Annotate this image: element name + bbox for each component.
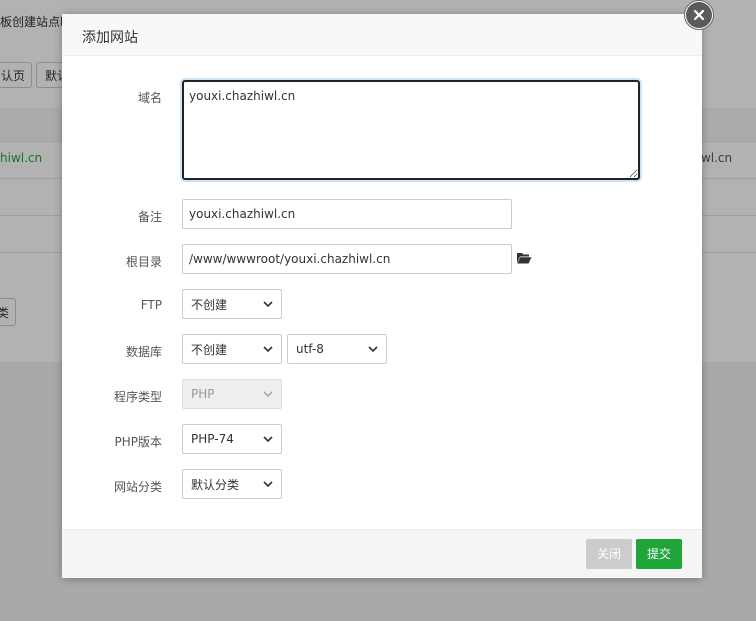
chevron-down-icon — [263, 346, 273, 352]
category-select[interactable]: 默认分类 — [182, 469, 282, 499]
program-type-select-value: PHP — [191, 387, 215, 401]
chevron-down-icon — [263, 436, 273, 442]
category-select-value: 默认分类 — [191, 477, 240, 492]
note-input[interactable] — [182, 199, 512, 229]
category-label: 网站分类 — [113, 480, 162, 494]
ftp-select[interactable]: 不创建 — [182, 289, 282, 319]
folder-open-icon[interactable] — [516, 251, 532, 265]
root-dir-input[interactable] — [182, 244, 512, 274]
note-label: 备注 — [137, 210, 162, 224]
domain-label: 域名 — [137, 91, 162, 105]
ftp-label: FTP — [140, 298, 162, 312]
dialog-close-button[interactable] — [684, 0, 714, 30]
program-type-select: PHP — [182, 379, 282, 409]
php-version-select-value: PHP-74 — [191, 432, 234, 446]
charset-select-value: utf-8 — [296, 342, 324, 356]
chevron-down-icon — [263, 391, 273, 397]
php-version-label: PHP版本 — [114, 435, 163, 449]
program-type-label: 程序类型 — [113, 390, 162, 404]
chevron-down-icon — [368, 346, 378, 352]
close-button[interactable]: 关闭 — [586, 539, 632, 569]
close-icon — [686, 2, 712, 28]
add-site-dialog: 添加网站 域名 youxi.chazhiwl.cn 备注 根目录 FTP 不创建… — [62, 14, 702, 578]
charset-select[interactable]: utf-8 — [287, 334, 387, 364]
database-select-value: 不创建 — [191, 342, 228, 357]
dialog-header: 添加网站 — [62, 14, 702, 56]
submit-button[interactable]: 提交 — [636, 539, 682, 569]
dialog-footer: 关闭 提交 — [62, 529, 702, 578]
ftp-select-value: 不创建 — [191, 297, 228, 312]
dialog-title: 添加网站 — [82, 30, 138, 46]
root-dir-label: 根目录 — [125, 255, 162, 269]
chevron-down-icon — [263, 481, 273, 487]
chevron-down-icon — [263, 301, 273, 307]
database-label: 数据库 — [125, 345, 162, 359]
domain-textarea[interactable]: youxi.chazhiwl.cn — [182, 80, 640, 180]
php-version-select[interactable]: PHP-74 — [182, 424, 282, 454]
database-select[interactable]: 不创建 — [182, 334, 282, 364]
